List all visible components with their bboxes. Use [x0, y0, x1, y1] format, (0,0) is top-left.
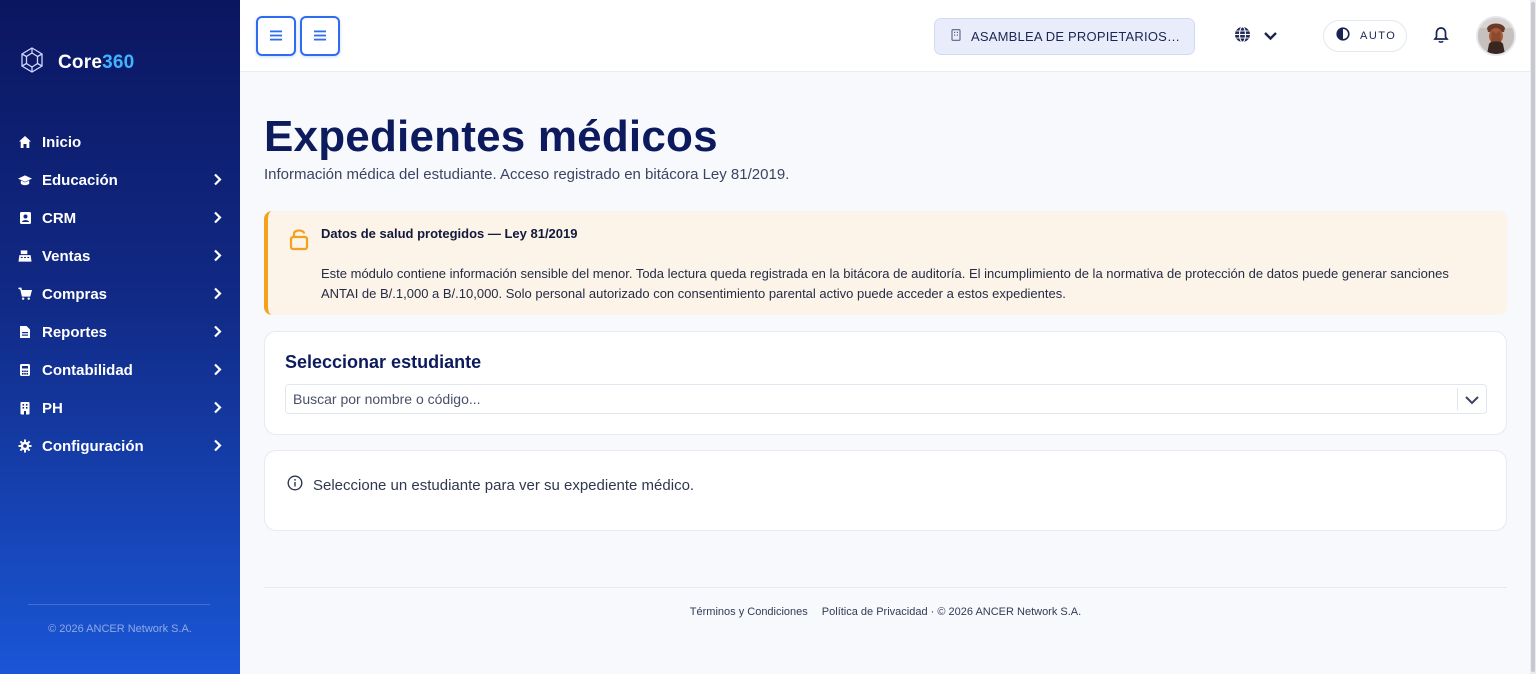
home-icon: [18, 135, 32, 149]
footer-divider: [264, 587, 1507, 588]
page-subtitle: Información médica del estudiante. Acces…: [264, 166, 790, 183]
language-selector[interactable]: [1234, 26, 1278, 48]
privacy-alert: Datos de salud protegidos — Ley 81/2019 …: [264, 211, 1507, 315]
chevron-right-icon: [213, 439, 222, 457]
chevron-right-icon: [213, 249, 222, 267]
sidebar-item-contabilidad[interactable]: Contabilidad: [0, 351, 240, 389]
notifications-button[interactable]: [1433, 26, 1449, 49]
cash-register-icon: [18, 249, 32, 263]
bell-icon: [1433, 27, 1449, 48]
student-search-select[interactable]: Buscar por nombre o código...: [285, 384, 1487, 414]
contact-book-icon: [18, 211, 32, 225]
page-title: Expedientes médicos: [264, 112, 718, 161]
chevron-down-icon[interactable]: [1464, 393, 1480, 411]
chevron-down-icon: [1263, 28, 1278, 46]
chevron-right-icon: [213, 363, 222, 381]
student-select-card: Seleccionar estudiante Buscar por nombre…: [264, 331, 1507, 435]
theme-toggle[interactable]: AUTO: [1323, 20, 1407, 52]
topbar: ASAMBLEA DE PROPIETARIOS DE ... AUTO: [240, 0, 1536, 674]
sidebar: Core360 Inicio Educación CRM Ventas Comp…: [0, 0, 240, 674]
sidebar-item-ventas[interactable]: Ventas: [0, 237, 240, 275]
globe-icon: [1234, 26, 1251, 48]
gear-icon: [18, 439, 32, 453]
chevron-right-icon: [213, 211, 222, 229]
lock-icon: [288, 227, 310, 256]
footer-copyright: · © 2026 ANCER Network S.A.: [930, 606, 1082, 618]
alert-body: Este módulo contiene información sensibl…: [321, 266, 1449, 301]
empty-state-text: Seleccione un estudiante para ver su exp…: [313, 477, 695, 494]
menu-icon: [270, 29, 282, 44]
sidebar-item-reportes[interactable]: Reportes: [0, 313, 240, 351]
graduation-cap-icon: [18, 173, 32, 187]
student-select-title: Seleccionar estudiante: [285, 352, 482, 372]
menu-icon: [314, 29, 326, 44]
toggle-menu-button[interactable]: [300, 16, 340, 56]
chevron-right-icon: [213, 401, 222, 419]
sidebar-item-crm[interactable]: CRM: [0, 199, 240, 237]
sidebar-nav: Inicio Educación CRM Ventas Compras Repo…: [0, 123, 240, 465]
footer: Términos y Condiciones Política de Privac…: [264, 606, 1507, 618]
chevron-right-icon: [213, 173, 222, 191]
organization-selector[interactable]: ASAMBLEA DE PROPIETARIOS DE ...: [934, 18, 1195, 55]
scrollbar-thumb[interactable]: [1531, 2, 1535, 672]
brand-name: Core360: [58, 51, 135, 73]
organization-name: ASAMBLEA DE PROPIETARIOS DE ...: [971, 29, 1181, 44]
sidebar-divider: [28, 604, 210, 605]
toggle-sidebar-button[interactable]: [256, 16, 296, 56]
empty-state: Seleccione un estudiante para ver su exp…: [287, 475, 694, 496]
sidebar-item-inicio[interactable]: Inicio: [0, 123, 240, 161]
theme-mode-label: AUTO: [1360, 30, 1397, 42]
sidebar-item-ph[interactable]: PH: [0, 389, 240, 427]
sidebar-item-configuracion[interactable]: Configuración: [0, 427, 240, 465]
chevron-right-icon: [213, 287, 222, 305]
brand-logo[interactable]: Core360: [18, 46, 134, 79]
file-report-icon: [18, 325, 32, 339]
cart-icon: [18, 287, 32, 301]
student-search-placeholder: Buscar por nombre o código...: [293, 391, 481, 407]
empty-state-card: Seleccione un estudiante para ver su exp…: [264, 450, 1507, 531]
contrast-icon: [1336, 26, 1350, 46]
calculator-icon: [18, 363, 32, 377]
info-icon: [287, 475, 303, 496]
scrollbar[interactable]: [1530, 0, 1536, 674]
alert-title: Datos de salud protegidos — Ley 81/2019: [321, 226, 578, 241]
privacy-link[interactable]: Política de Privacidad: [822, 606, 928, 618]
user-avatar[interactable]: [1476, 16, 1516, 56]
terms-link[interactable]: Términos y Condiciones: [690, 606, 808, 618]
sidebar-item-educacion[interactable]: Educación: [0, 161, 240, 199]
select-divider: [1457, 388, 1458, 410]
building-icon: [951, 28, 961, 46]
sidebar-item-compras[interactable]: Compras: [0, 275, 240, 313]
building-icon: [18, 401, 32, 415]
chevron-right-icon: [213, 325, 222, 343]
logo-icon: [18, 46, 46, 79]
sidebar-copyright: © 2026 ANCER Network S.A.: [48, 623, 192, 635]
